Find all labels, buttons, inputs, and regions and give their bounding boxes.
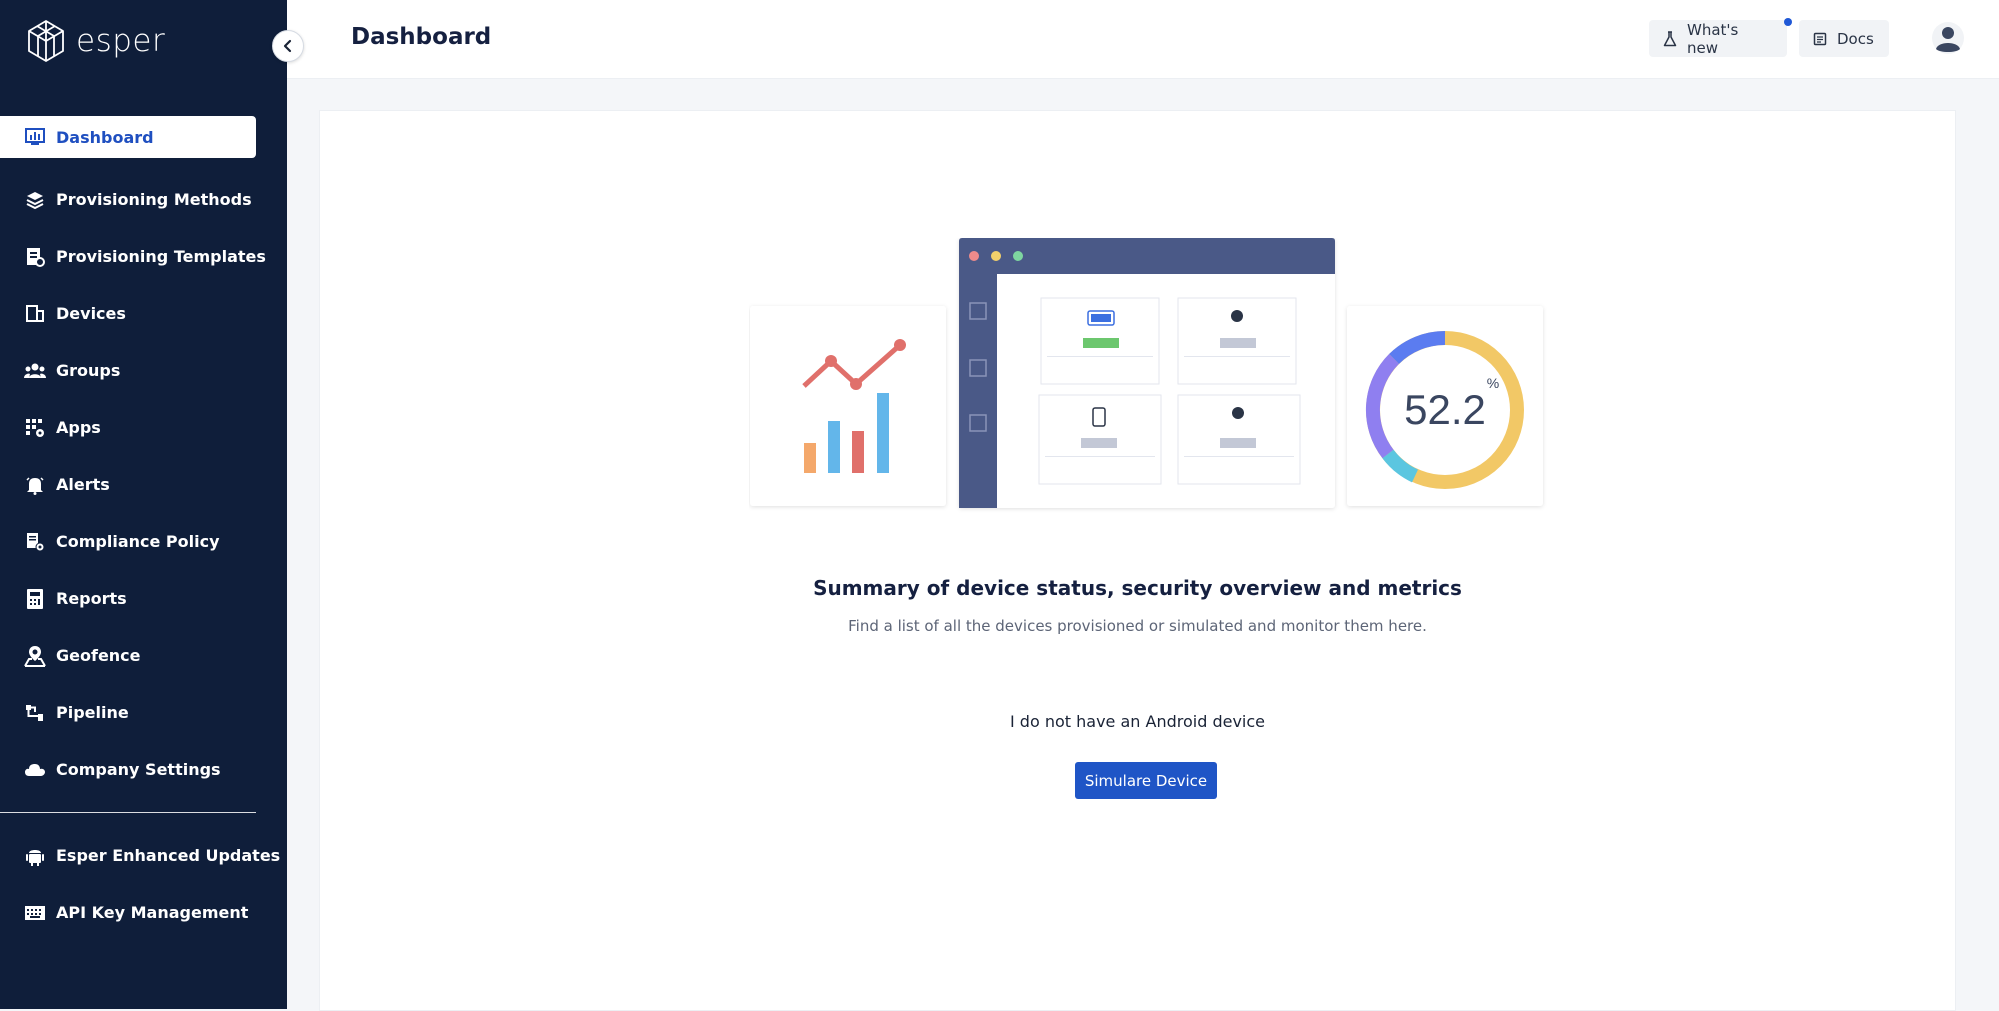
sidebar-item-label: Geofence — [56, 646, 141, 665]
collapse-sidebar-button[interactable] — [272, 30, 304, 62]
android-icon — [24, 845, 46, 867]
docs-button[interactable]: Docs — [1799, 20, 1889, 57]
sidebar-item-reports[interactable]: Reports — [0, 570, 287, 627]
sidebar-item-dashboard[interactable]: Dashboard — [0, 116, 256, 158]
chevron-left-icon — [283, 39, 292, 53]
flask-icon — [1663, 30, 1677, 47]
reports-icon — [24, 588, 46, 610]
sidebar-divider — [0, 812, 256, 813]
app-name: esper — [76, 23, 166, 59]
sidebar-item-provisioning-methods[interactable]: Provisioning Methods — [0, 171, 287, 228]
esper-logo-icon — [28, 20, 64, 62]
page-title: Dashboard — [351, 24, 492, 50]
sidebar-item-api-key-management[interactable]: API Key Management — [0, 884, 287, 941]
sidebar-item-label: Company Settings — [56, 760, 221, 779]
docs-label: Docs — [1837, 29, 1874, 48]
compliance-icon — [24, 531, 46, 553]
cloud-icon — [24, 759, 46, 781]
whats-new-label: What's new — [1687, 20, 1739, 57]
docs-icon — [1813, 32, 1827, 46]
no-android-device-text: I do not have an Android device — [1010, 712, 1265, 731]
layers-icon — [24, 189, 46, 211]
sidebar-item-label: API Key Management — [56, 903, 249, 922]
sidebar-item-label: Groups — [56, 361, 121, 380]
sidebar-item-alerts[interactable]: Alerts — [0, 456, 287, 513]
sidebar-item-groups[interactable]: Groups — [0, 342, 287, 399]
devices-icon — [24, 303, 46, 325]
sidebar-item-label: Alerts — [56, 475, 110, 494]
sidebar-item-label: Apps — [56, 418, 101, 437]
geofence-icon — [24, 645, 46, 667]
sidebar-nav: Dashboard Provisioning Methods Provision… — [0, 114, 287, 941]
sidebar-item-label: Provisioning Methods — [56, 190, 252, 209]
chart-illustration-card — [750, 306, 946, 506]
sidebar-item-label: Reports — [56, 589, 127, 608]
summary-subtitle: Find a list of all the devices provision… — [848, 617, 1427, 635]
sidebar-item-label: Devices — [56, 304, 126, 323]
dashboard-card: 52.2 % Summary of device status, securit… — [319, 110, 1956, 1011]
sidebar-item-geofence[interactable]: Geofence — [0, 627, 287, 684]
sidebar-item-devices[interactable]: Devices — [0, 285, 287, 342]
gauge-value: 52.2 — [1404, 386, 1486, 433]
esper-logo[interactable]: esper — [26, 19, 165, 63]
sidebar-item-pipeline[interactable]: Pipeline — [0, 684, 287, 741]
template-icon — [24, 246, 46, 268]
app-window-illustration — [959, 238, 1335, 508]
sidebar-item-label: Dashboard — [56, 127, 154, 147]
sidebar-item-label: Esper Enhanced Updates — [56, 846, 281, 865]
summary-title: Summary of device status, security overv… — [813, 576, 1462, 600]
sidebar-item-label: Compliance Policy — [56, 532, 220, 551]
user-avatar[interactable] — [1931, 21, 1965, 55]
dashboard-icon — [24, 126, 46, 148]
pipeline-icon — [24, 702, 46, 724]
sidebar-item-esper-enhanced-updates[interactable]: Esper Enhanced Updates — [0, 827, 287, 884]
dashboard-illustration: 52.2 % — [750, 238, 1543, 508]
sidebar-item-company-settings[interactable]: Company Settings — [0, 741, 287, 798]
gauge-illustration-card: 52.2 % — [1347, 306, 1543, 506]
gauge-unit: % — [1487, 375, 1499, 391]
sidebar: esper Dashboard Provisioning Methods Pro… — [0, 0, 287, 1009]
user-icon — [1932, 22, 1964, 54]
apps-icon — [24, 417, 46, 439]
groups-icon — [24, 360, 46, 382]
top-bar: Dashboard What's new Docs — [287, 0, 1999, 79]
sidebar-item-label: Pipeline — [56, 703, 129, 722]
sidebar-item-compliance-policy[interactable]: Compliance Policy — [0, 513, 287, 570]
alerts-icon — [24, 474, 46, 496]
sidebar-item-provisioning-templates[interactable]: Provisioning Templates — [0, 228, 287, 285]
whats-new-button[interactable]: What's new — [1649, 20, 1787, 57]
notification-dot — [1784, 18, 1792, 26]
sidebar-item-apps[interactable]: Apps — [0, 399, 287, 456]
simulate-device-button[interactable]: Simulare Device — [1075, 762, 1217, 799]
keyboard-icon — [24, 902, 46, 924]
sidebar-item-label: Provisioning Templates — [56, 247, 266, 266]
